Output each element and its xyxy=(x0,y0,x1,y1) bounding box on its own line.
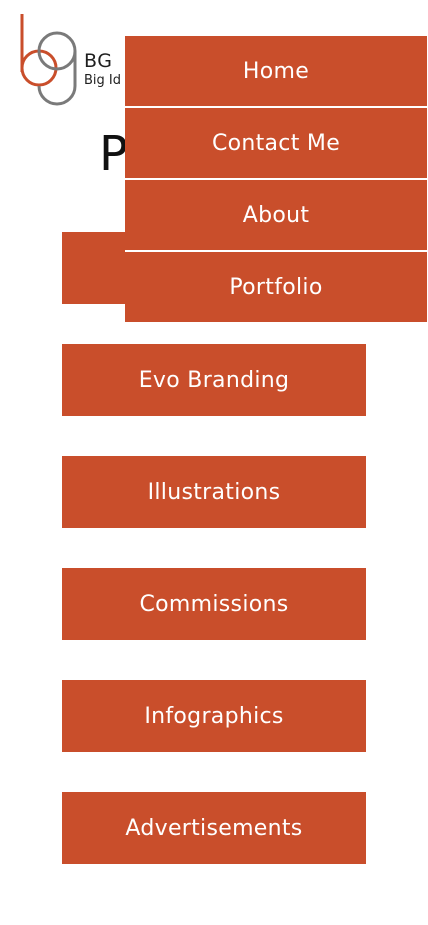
nav-item-contact-me[interactable]: Contact Me xyxy=(125,108,427,178)
infographics-button[interactable]: Infographics xyxy=(62,680,366,752)
bg-monogram-logo-icon xyxy=(20,14,77,106)
illustrations-button[interactable]: Illustrations xyxy=(62,456,366,528)
commissions-button[interactable]: Commissions xyxy=(62,568,366,640)
nav-item-about[interactable]: About xyxy=(125,180,427,250)
page-title: P xyxy=(99,126,128,182)
portfolio-categories: Evo Branding Illustrations Commissions I… xyxy=(62,232,366,904)
evo-branding-button[interactable]: Evo Branding xyxy=(62,344,366,416)
nav-dropdown-menu: Home Contact Me About Portfolio xyxy=(125,36,427,322)
logo-subtitle: Big Id xyxy=(84,73,122,88)
site-logo[interactable]: BG Big Id xyxy=(18,14,128,108)
nav-item-portfolio[interactable]: Portfolio xyxy=(125,252,427,322)
nav-item-home[interactable]: Home xyxy=(125,36,427,106)
advertisements-button[interactable]: Advertisements xyxy=(62,792,366,864)
logo-title: BG xyxy=(84,50,113,72)
